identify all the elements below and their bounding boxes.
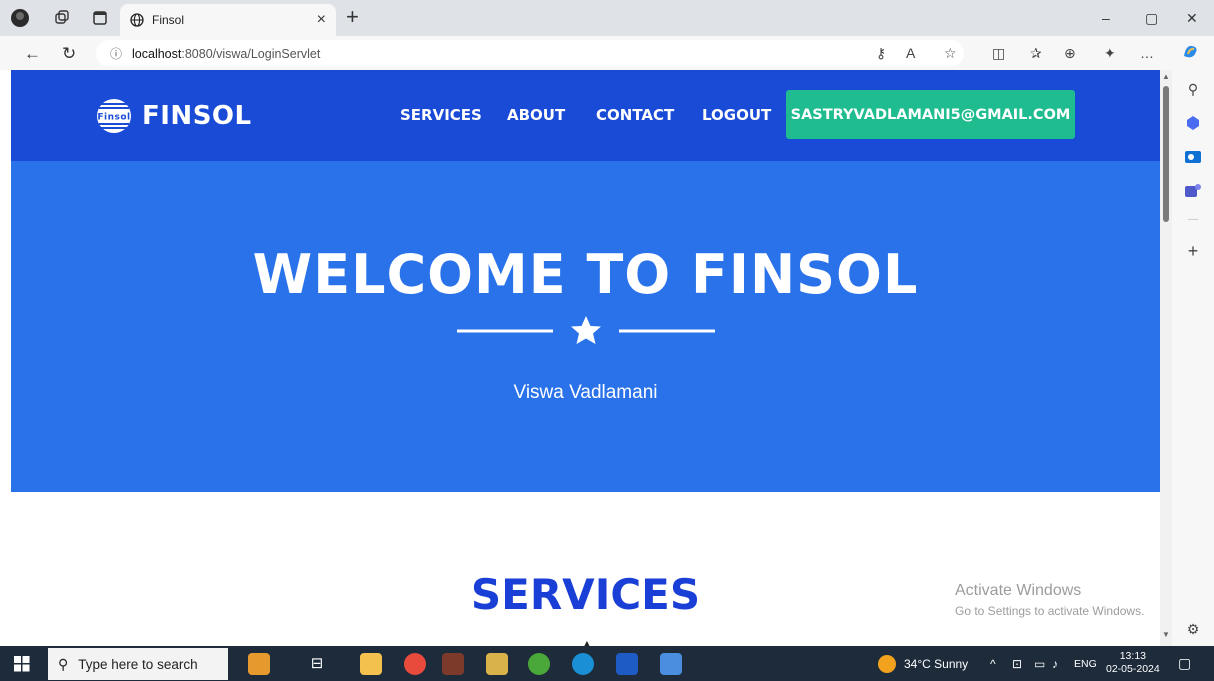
workspaces-icon[interactable] [52,8,72,28]
favorite-star-icon[interactable]: ☆ [944,45,957,62]
hero-section: WELCOME TO FINSOL Viswa Vadlamani [11,161,1160,492]
activate-windows-watermark: Activate Windows Go to Settings to activ… [955,582,1144,618]
tab-title: Finsol [152,13,185,27]
windows-start-icon[interactable] [14,656,30,672]
finsol-logo-icon: Finsol [97,99,131,133]
photos-app-icon[interactable] [486,653,508,675]
task-view-icon[interactable]: ⊟ [306,653,328,675]
spring-tool-icon[interactable] [528,653,550,675]
search-placeholder: Type here to search [78,656,198,672]
profile-avatar-icon[interactable] [10,8,30,28]
url-path: :8080/viswa/LoginServlet [181,46,321,61]
site-info-icon[interactable]: ⓘ [110,45,122,62]
taskbar-lock-app-icon[interactable] [248,653,270,675]
globe-icon [130,13,144,27]
teams-app-icon[interactable] [442,653,464,675]
close-window-button[interactable]: ✕ [1186,10,1198,27]
star-icon [571,316,601,344]
nav-contact-link[interactable]: CONTACT [596,106,674,124]
brand[interactable]: Finsol FINSOL [96,98,252,134]
edge-sidebar: ⚲ — + ⚙ [1172,70,1214,646]
site-navbar: Finsol FINSOL SERVICES ABOUT CONTACT LOG… [11,70,1160,161]
nav-logout-link[interactable]: LOGOUT [702,106,771,124]
sidebar-search-icon[interactable]: ⚲ [1184,80,1202,98]
tray-chevron-icon[interactable]: ^ [990,657,996,671]
clock-time: 13:13 [1119,650,1146,662]
edge-icon[interactable] [572,653,594,675]
url-host: localhost [132,46,182,61]
extensions-icon[interactable]: ✦ [1104,45,1116,62]
chrome-icon[interactable] [404,653,426,675]
sidebar-discover-icon[interactable] [1184,114,1202,132]
tray-display-icon[interactable]: ▭ [1034,657,1045,671]
nav-services-link[interactable]: SERVICES [400,106,482,124]
scroll-up-icon[interactable]: ▲ [1162,72,1170,81]
sidebar-settings-icon[interactable]: ⚙ [1184,620,1202,638]
nav-about-link[interactable]: ABOUT [507,106,565,124]
language-indicator[interactable]: ENG [1074,658,1097,670]
hero-title: WELCOME TO FINSOL [252,243,919,306]
address-toolbar: ← ↻ ⓘ localhost:8080/viswa/LoginServlet … [0,36,1214,70]
copilot-icon[interactable] [1180,42,1200,65]
windows-taskbar: ⚲ Type here to search ⊟ 34°C Sunny ^ ⊡ ▭… [0,646,1214,681]
url-field[interactable]: ⓘ localhost:8080/viswa/LoginServlet [96,40,964,67]
notifications-icon[interactable]: ▢ [1178,655,1191,672]
read-aloud-icon[interactable]: A [906,45,915,61]
sidebar-divider: — [1188,213,1198,225]
star-divider [457,316,715,344]
more-options-icon[interactable]: … [1140,45,1154,61]
password-key-icon[interactable]: ⚷ [876,45,886,62]
brand-name: FINSOL [142,101,252,131]
new-tab-button[interactable]: + [346,6,359,28]
activate-hint: Go to Settings to activate Windows. [955,604,1145,618]
page-viewport: Finsol FINSOL SERVICES ABOUT CONTACT LOG… [11,70,1160,646]
logo-text: Finsol [97,113,130,123]
word-icon[interactable] [616,653,638,675]
scroll-caret-icon: ▲ [580,636,594,646]
weather-text[interactable]: 34°C Sunny [904,657,968,671]
hero-subtitle: Viswa Vadlamani [513,382,658,403]
tab-finsol[interactable]: Finsol × [120,4,336,36]
tab-actions-icon[interactable] [90,8,110,28]
refresh-icon[interactable]: ↻ [62,44,76,64]
notepad-icon[interactable] [660,653,682,675]
split-screen-icon[interactable]: ◫ [992,45,1005,62]
file-explorer-icon[interactable] [360,653,382,675]
clock-date: 02-05-2024 [1106,663,1160,675]
collections-icon[interactable]: ⊕ [1064,45,1076,62]
favorites-icon[interactable]: ✰ [1030,45,1042,62]
volume-icon[interactable]: ♪ [1052,657,1058,671]
user-email-button[interactable]: SASTRYVADLAMANI5@GMAIL.COM [786,90,1075,139]
maximize-button[interactable]: ▢ [1145,10,1158,27]
taskbar-clock[interactable]: 13:13 02-05-2024 [1106,650,1160,676]
page-scrollbar[interactable]: ▲ ▼ [1160,70,1172,646]
sidebar-outlook-icon[interactable] [1184,148,1202,166]
tray-network-icon[interactable]: ⊡ [1012,657,1022,671]
activate-title: Activate Windows [955,582,1082,599]
taskbar-search-box[interactable]: ⚲ Type here to search [48,648,228,680]
weather-icon[interactable] [878,655,896,673]
browser-tab-bar: Finsol × + – ▢ ✕ [0,0,1214,36]
minimize-button[interactable]: – [1102,10,1110,26]
sidebar-add-icon[interactable]: + [1184,241,1202,261]
close-tab-icon[interactable]: × [317,11,326,29]
search-icon: ⚲ [58,655,69,672]
back-arrow-icon[interactable]: ← [24,44,41,64]
scrollbar-thumb[interactable] [1163,86,1169,222]
scroll-down-icon[interactable]: ▼ [1162,630,1170,639]
sidebar-teams-icon[interactable] [1184,182,1202,200]
